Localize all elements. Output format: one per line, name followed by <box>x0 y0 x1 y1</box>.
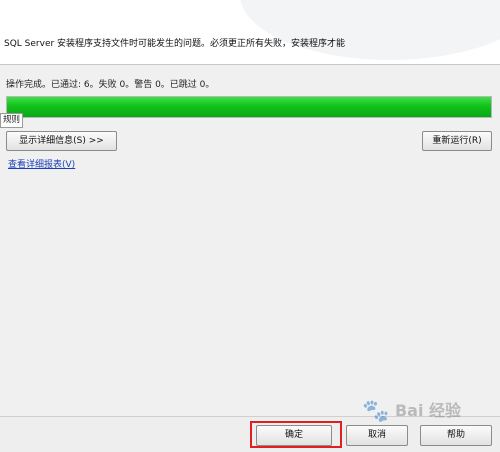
cancel-button[interactable]: 取消 <box>346 425 408 446</box>
paw-icon: 🐾 <box>362 399 390 424</box>
progress-bar-fill <box>7 97 491 117</box>
tooltip: 规则 <box>0 113 24 128</box>
progress-bar <box>6 96 492 118</box>
watermark-text: Bai 经验 <box>394 401 462 420</box>
rerun-button[interactable]: 重新运行(R) <box>422 131 492 151</box>
help-button[interactable]: 帮助 <box>420 425 492 446</box>
show-details-button[interactable]: 显示详细信息(S) >> <box>6 131 117 151</box>
header-description: SQL Server 安装程序支持文件时可能发生的问题。必须更正所有失败，安装程… <box>4 39 346 49</box>
header-banner: SQL Server 安装程序支持文件时可能发生的问题。必须更正所有失败，安装程… <box>0 0 500 65</box>
header-decoration <box>240 0 500 60</box>
watermark: 🐾 Bai 经验 <box>362 397 461 424</box>
status-summary: 操作完成。已通过: 6。失败 0。警告 0。已跳过 0。 <box>6 80 215 90</box>
ok-button[interactable]: 确定 <box>256 425 332 446</box>
view-report-link[interactable]: 查看详细报表(V) <box>8 157 75 170</box>
